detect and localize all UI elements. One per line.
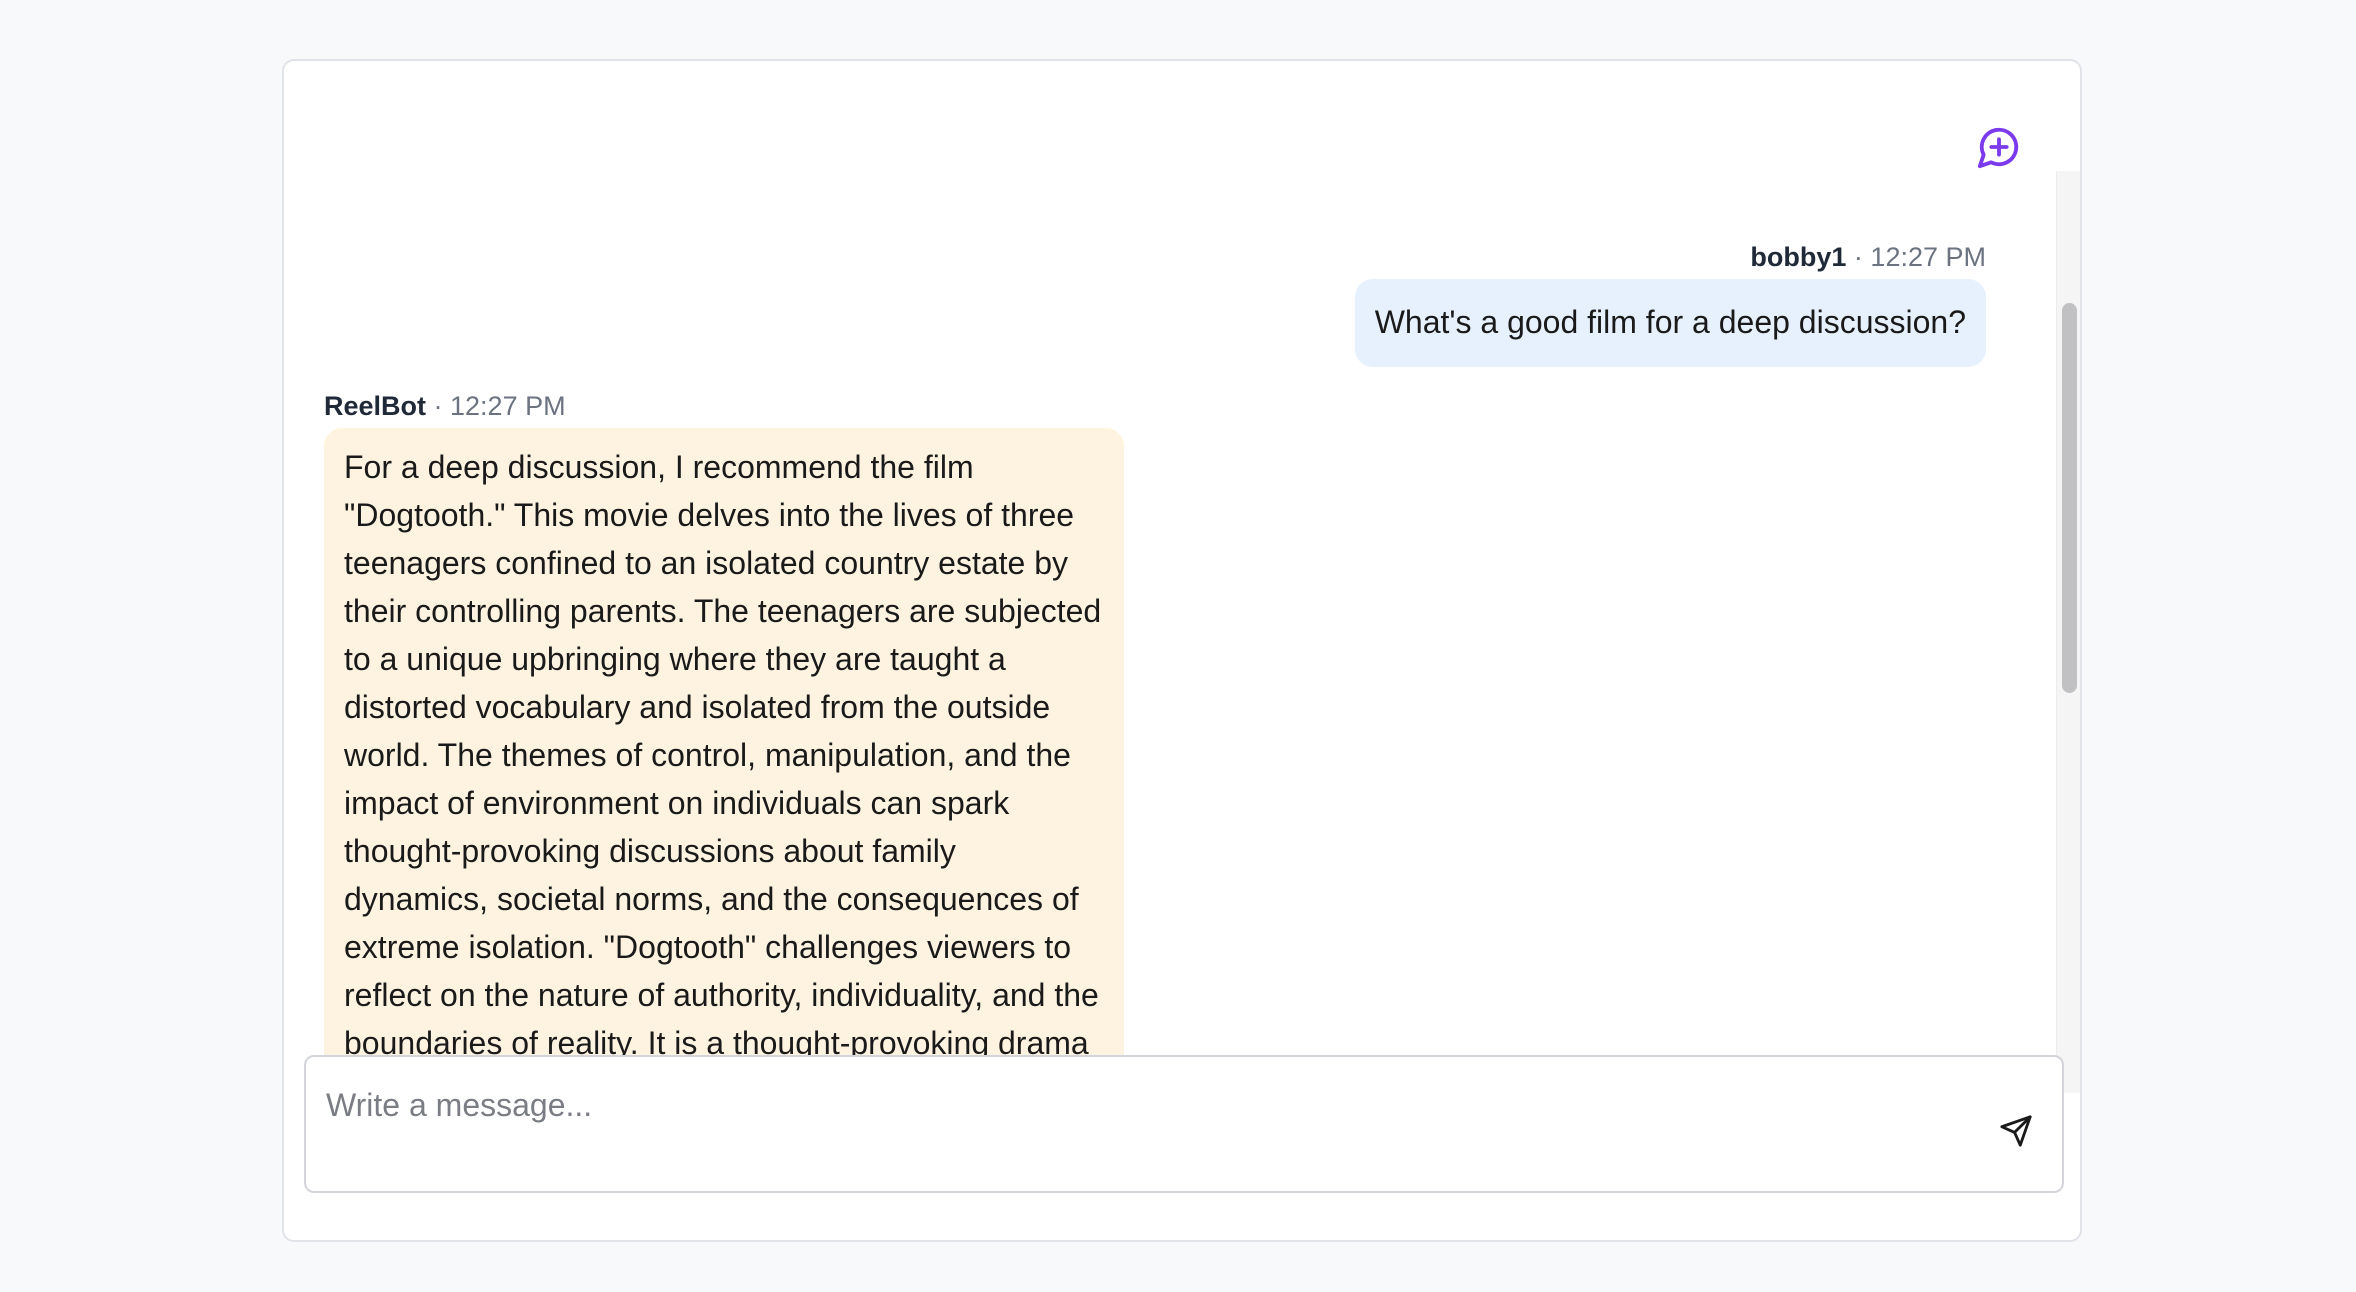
message-meta: ReelBot · 12:27 PM <box>324 390 1124 422</box>
meta-separator: · <box>1846 242 1871 272</box>
new-chat-button[interactable] <box>1974 122 2024 172</box>
message-meta: bobby1 · 12:27 PM <box>1355 241 1986 273</box>
user-message: bobby1 · 12:27 PM What's a good film for… <box>1354 241 1986 367</box>
message-time: 12:27 PM <box>450 391 566 421</box>
bot-message: ReelBot · 12:27 PM For a deep discussion… <box>324 390 1124 1093</box>
user-message-bubble: What's a good film for a deep discussion… <box>1354 279 1986 367</box>
bot-message-bubble: For a deep discussion, I recommend the f… <box>324 428 1124 1093</box>
message-composer <box>304 1055 2064 1193</box>
scrollbar-thumb[interactable] <box>2062 303 2077 693</box>
meta-separator: · <box>426 391 451 421</box>
chat-window: bobby1 · 12:27 PM What's a good film for… <box>282 59 2082 1242</box>
message-list-scrollbar[interactable] <box>2056 171 2080 1093</box>
message-list[interactable]: bobby1 · 12:27 PM What's a good film for… <box>284 171 2056 1093</box>
message-circle-plus-icon <box>1977 127 2019 169</box>
message-time: 12:27 PM <box>1870 242 1986 272</box>
message-author: bobby1 <box>1750 242 1847 272</box>
message-author: ReelBot <box>324 391 427 421</box>
message-input[interactable] <box>326 1081 1926 1129</box>
send-button[interactable] <box>1994 1109 2038 1153</box>
send-icon <box>2000 1115 2032 1147</box>
